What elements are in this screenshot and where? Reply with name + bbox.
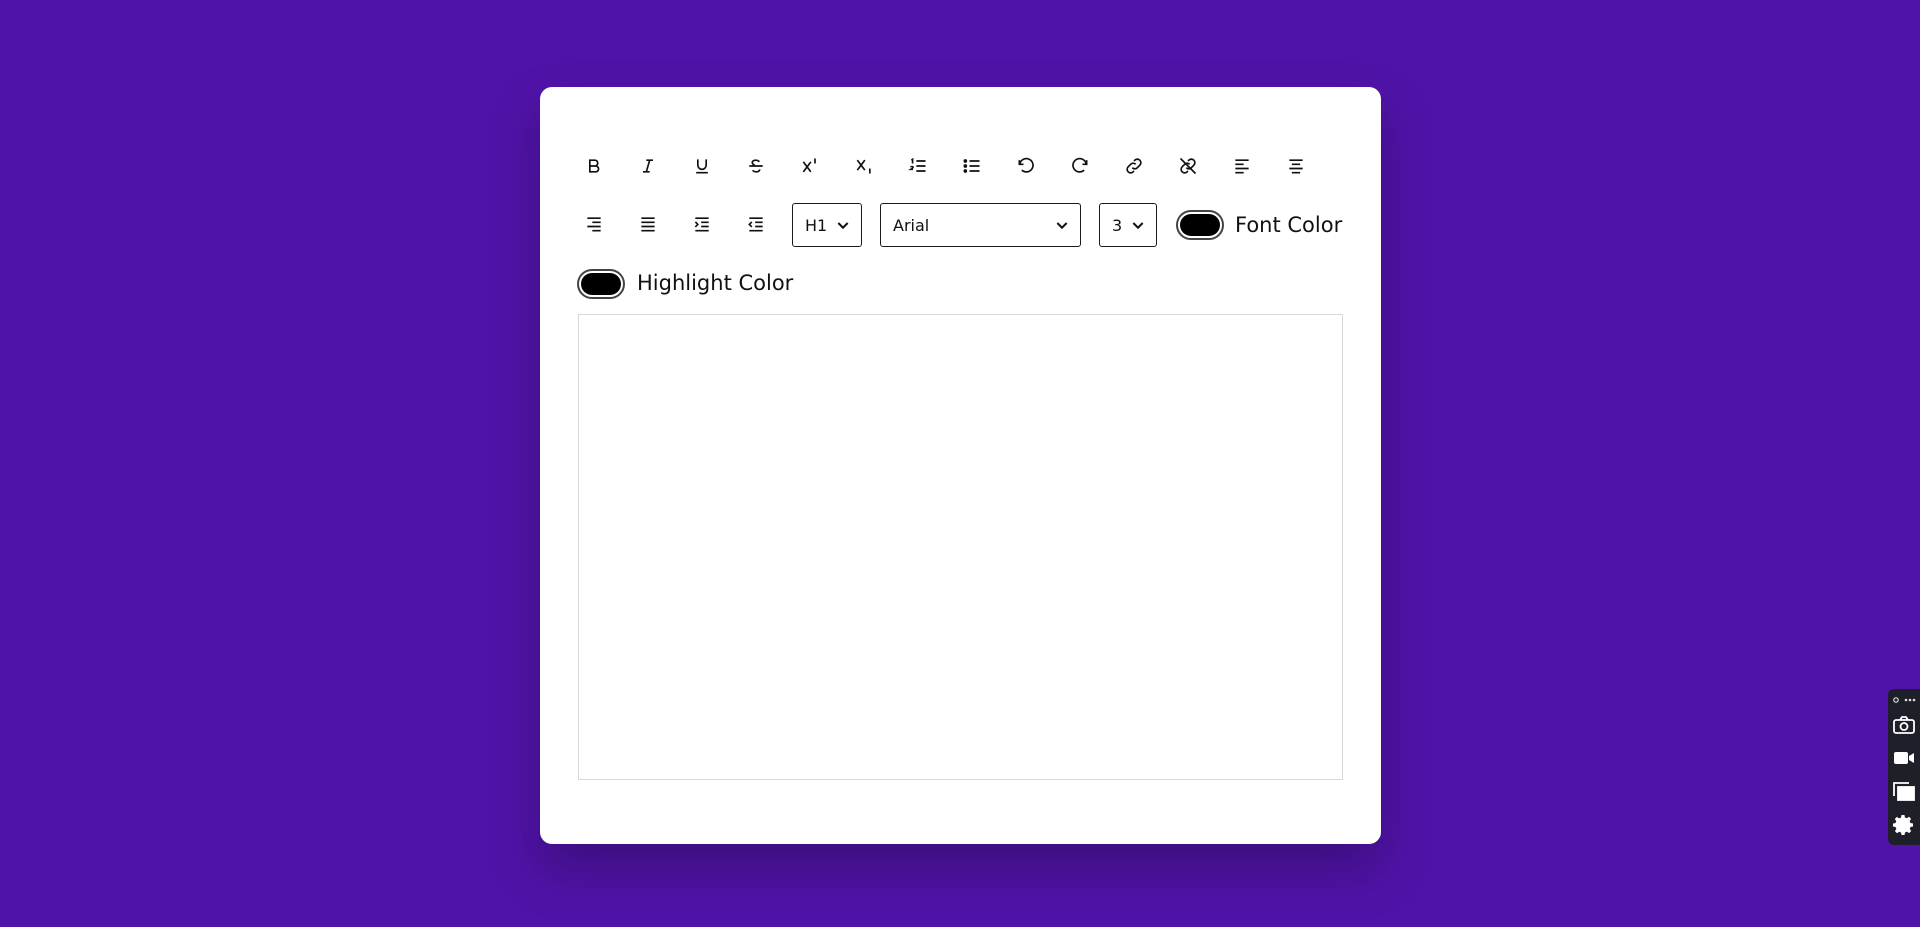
align-center-icon xyxy=(1289,159,1303,174)
subscript-button[interactable] xyxy=(844,146,884,186)
ordered-list-icon xyxy=(908,157,926,172)
ordered-list-button[interactable] xyxy=(898,146,938,186)
undo-icon xyxy=(1018,157,1034,173)
bold-button[interactable] xyxy=(574,146,614,186)
align-right-button[interactable] xyxy=(574,204,614,244)
gallery-icon xyxy=(1893,782,1915,801)
outdent-button[interactable] xyxy=(736,204,776,244)
camera-icon xyxy=(1893,716,1915,734)
font-color-swatch xyxy=(1180,214,1220,236)
indent-icon xyxy=(694,217,709,232)
unlink-button[interactable] xyxy=(1168,146,1208,186)
superscript-button[interactable] xyxy=(790,146,830,186)
unlink-icon xyxy=(1179,157,1197,175)
font-size-select[interactable]: 3 xyxy=(1099,203,1157,247)
indent-button[interactable] xyxy=(682,204,722,244)
highlight-color-label: Highlight Color xyxy=(637,271,794,295)
undo-button[interactable] xyxy=(1006,146,1046,186)
link-button[interactable] xyxy=(1114,146,1154,186)
more-icon[interactable] xyxy=(1892,694,1916,706)
underline-button[interactable] xyxy=(682,146,722,186)
align-left-button[interactable] xyxy=(1222,146,1262,186)
editor-card: H1 Arial 3 Font Color Highlight Color xyxy=(540,87,1381,844)
unordered-list-button[interactable] xyxy=(952,146,992,186)
font-family-select-value: Arial xyxy=(893,215,930,235)
heading-select-value: H1 xyxy=(805,215,828,235)
chevron-down-icon xyxy=(1056,222,1068,230)
video-camera-icon xyxy=(1894,752,1914,764)
editor-content-area[interactable] xyxy=(578,314,1343,780)
strikethrough-icon xyxy=(749,159,763,173)
italic-icon xyxy=(643,159,653,173)
chevron-down-icon xyxy=(1132,222,1144,230)
record-video-button[interactable] xyxy=(1892,746,1916,770)
screenshot-button[interactable] xyxy=(1892,713,1916,737)
align-left-icon xyxy=(1235,159,1249,174)
outdent-icon xyxy=(748,217,763,232)
align-center-button[interactable] xyxy=(1276,146,1316,186)
italic-button[interactable] xyxy=(628,146,668,186)
strikethrough-button[interactable] xyxy=(736,146,776,186)
redo-icon xyxy=(1072,157,1088,173)
font-size-select-value: 3 xyxy=(1112,215,1123,235)
dock-header xyxy=(1892,691,1916,703)
gear-icon xyxy=(1893,815,1913,835)
font-color-picker[interactable] xyxy=(1176,210,1224,240)
superscript-icon xyxy=(802,158,816,173)
unordered-list-icon xyxy=(963,159,980,173)
highlight-color-picker[interactable] xyxy=(577,269,625,299)
justify-button[interactable] xyxy=(628,204,668,244)
justify-icon xyxy=(641,217,655,232)
redo-button[interactable] xyxy=(1060,146,1100,186)
settings-button[interactable] xyxy=(1892,813,1916,837)
chevron-down-icon xyxy=(837,222,849,230)
font-color-label: Font Color xyxy=(1235,213,1343,237)
gallery-button[interactable] xyxy=(1892,780,1916,804)
subscript-icon xyxy=(856,159,871,174)
capture-dock xyxy=(1888,689,1920,845)
bold-icon xyxy=(589,159,600,173)
highlight-color-swatch xyxy=(581,273,621,295)
link-icon xyxy=(1126,158,1142,174)
underline-icon xyxy=(696,159,708,174)
align-right-icon xyxy=(587,217,601,232)
font-family-select[interactable]: Arial xyxy=(880,203,1081,247)
heading-select[interactable]: H1 xyxy=(792,203,862,247)
